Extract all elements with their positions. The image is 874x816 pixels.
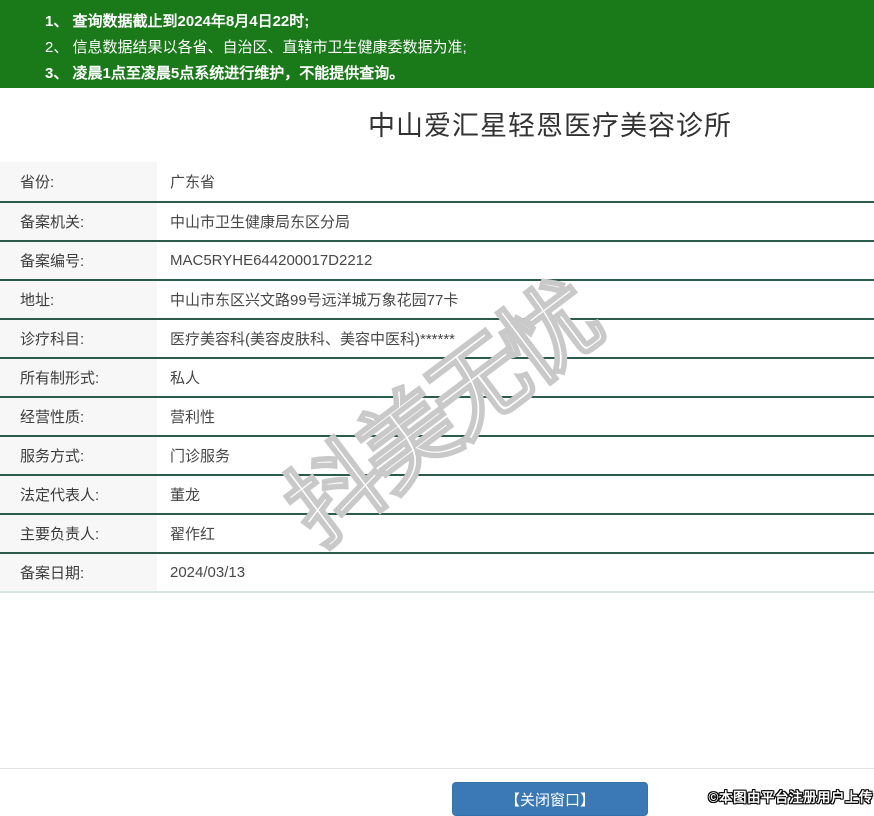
table-row: 经营性质: 营利性 [0, 396, 874, 435]
record-table: 省份: 广东省 备案机关: 中山市卫生健康局东区分局 备案编号: MAC5RYH… [0, 162, 874, 593]
notice-line-2: 2、 信息数据结果以各省、自治区、直辖市卫生健康委数据为准; [45, 35, 874, 61]
page-title: 中山爱汇星轻恩医疗美容诊所 [0, 88, 874, 142]
page-footer: 【关闭窗口】 ©本图由平台注册用户上传 [0, 768, 874, 806]
table-row: 地址: 中山市东区兴文路99号远洋城万象花园77卡 [0, 279, 874, 318]
row-value: 中山市东区兴文路99号远洋城万象花园77卡 [157, 289, 458, 310]
row-value: 董龙 [157, 484, 200, 505]
row-label: 备案编号: [0, 242, 157, 279]
row-value: 广东省 [157, 171, 215, 192]
row-label: 省份: [0, 162, 157, 201]
row-label: 经营性质: [0, 398, 157, 435]
table-row: 备案日期: 2024/03/13 [0, 552, 874, 591]
table-row: 服务方式: 门诊服务 [0, 435, 874, 474]
row-label: 所有制形式: [0, 359, 157, 396]
row-value: 营利性 [157, 406, 215, 427]
table-row: 诊疗科目: 医疗美容科(美容皮肤科、美容中医科)****** [0, 318, 874, 357]
notice-bar: 1、 查询数据截止到2024年8月4日22时; 2、 信息数据结果以各省、自治区… [0, 0, 874, 88]
row-value: 私人 [157, 367, 200, 388]
table-row: 备案机关: 中山市卫生健康局东区分局 [0, 201, 874, 240]
row-value: MAC5RYHE644200017D2212 [157, 252, 372, 269]
row-label: 备案日期: [0, 554, 157, 591]
row-value: 2024/03/13 [157, 564, 245, 581]
row-value: 中山市卫生健康局东区分局 [157, 211, 350, 232]
content-area: 中山爱汇星轻恩医疗美容诊所 省份: 广东省 备案机关: 中山市卫生健康局东区分局… [0, 88, 874, 593]
row-label: 法定代表人: [0, 476, 157, 513]
table-row: 所有制形式: 私人 [0, 357, 874, 396]
row-value: 医疗美容科(美容皮肤科、美容中医科)****** [157, 328, 455, 349]
table-row: 省份: 广东省 [0, 162, 874, 201]
row-label: 备案机关: [0, 203, 157, 240]
row-label: 诊疗科目: [0, 320, 157, 357]
row-label: 服务方式: [0, 437, 157, 474]
notice-line-3: 3、 凌晨1点至凌晨5点系统进行维护，不能提供查询。 [45, 61, 874, 87]
table-row: 法定代表人: 董龙 [0, 474, 874, 513]
upload-copyright-note: ©本图由平台注册用户上传 [709, 786, 873, 806]
row-label: 地址: [0, 281, 157, 318]
row-value: 门诊服务 [157, 445, 230, 466]
close-window-button[interactable]: 【关闭窗口】 [452, 782, 648, 816]
notice-line-1: 1、 查询数据截止到2024年8月4日22时; [45, 9, 874, 35]
row-value: 翟作红 [157, 523, 215, 544]
table-row: 主要负责人: 翟作红 [0, 513, 874, 552]
table-row: 备案编号: MAC5RYHE644200017D2212 [0, 240, 874, 279]
row-label: 主要负责人: [0, 515, 157, 552]
